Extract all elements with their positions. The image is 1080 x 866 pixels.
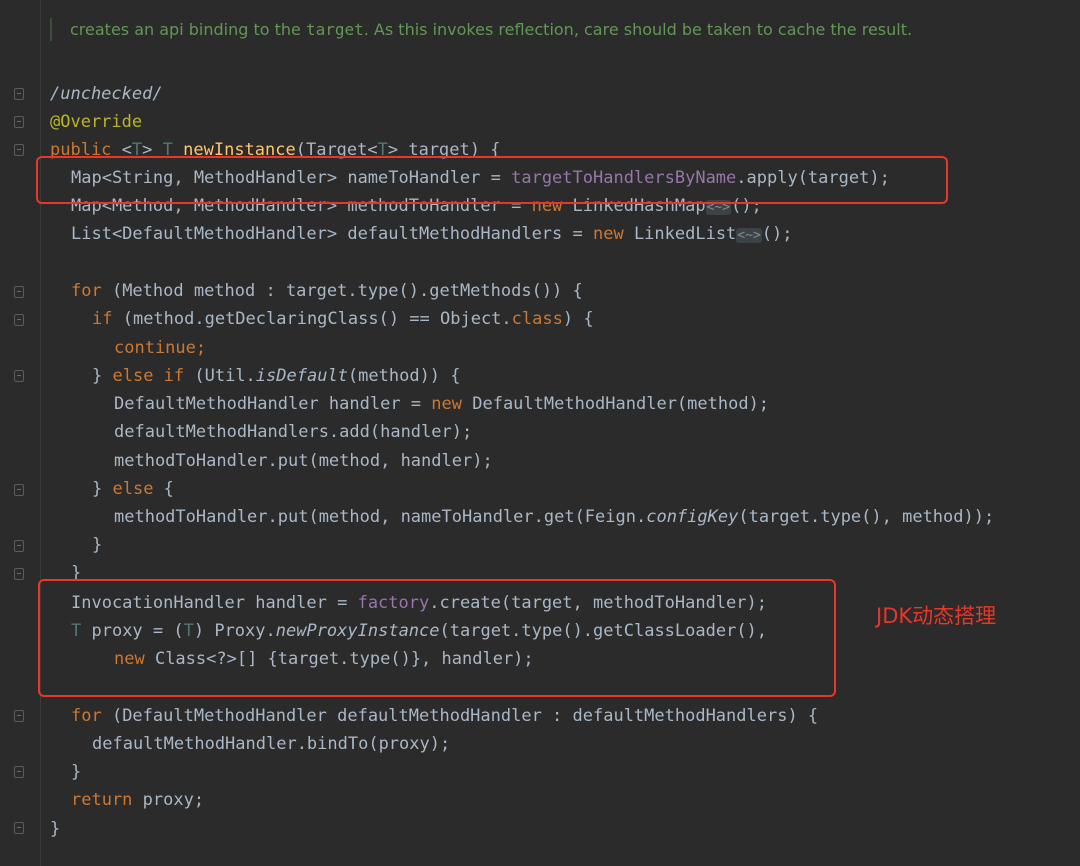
token: LinkedList xyxy=(623,224,737,244)
highlight-box-apply xyxy=(36,156,948,204)
code-line-continue: continue; xyxy=(114,338,207,358)
token: (Method method : target.type().getMethod… xyxy=(101,281,583,301)
method-name: isDefault xyxy=(255,366,348,386)
token: (Util. xyxy=(184,366,256,386)
token: List<DefaultMethodHandler> defaultMethod… xyxy=(71,224,593,244)
code-line-else: } else { xyxy=(92,475,174,503)
fold-marker-icon[interactable] xyxy=(14,286,24,298)
fold-marker-icon[interactable] xyxy=(14,568,24,580)
highlight-box-proxy xyxy=(38,579,836,697)
code-line-elseif: } else if (Util.isDefault(method)) { xyxy=(92,362,461,390)
code-line-for1: for (Method method : target.type().getMe… xyxy=(71,277,583,305)
fold-marker-icon[interactable] xyxy=(14,710,24,722)
token: (); xyxy=(761,224,793,244)
code-line-close: } xyxy=(92,535,103,555)
token: ) { xyxy=(562,309,594,329)
keyword: for xyxy=(71,706,102,726)
code-line-list: List<DefaultMethodHandler> defaultMethod… xyxy=(71,220,793,248)
token: (target.type(), method)); xyxy=(738,507,995,527)
code-line-return: return proxy; xyxy=(71,786,204,814)
fold-marker-icon[interactable] xyxy=(14,370,24,382)
code-line-bind: defaultMethodHandler.bindTo(proxy); xyxy=(92,734,451,754)
doc-text: . As this invokes reflection, care shoul… xyxy=(363,20,913,39)
token: DefaultMethodHandler(method); xyxy=(462,394,770,414)
code-line-put2: methodToHandler.put(method, nameToHandle… xyxy=(114,503,994,531)
code-line-override: @Override xyxy=(50,112,143,132)
code-line-put1: methodToHandler.put(method, handler); xyxy=(114,451,493,471)
code-line-for2: for (DefaultMethodHandler defaultMethodH… xyxy=(71,702,818,730)
fold-marker-icon[interactable] xyxy=(14,540,24,552)
fold-marker-icon[interactable] xyxy=(14,88,24,100)
keyword: return xyxy=(71,790,133,810)
keyword: else xyxy=(112,479,154,499)
gutter-divider xyxy=(40,0,41,866)
code-line-unchecked: /unchecked/ xyxy=(50,84,163,104)
editor-gutter xyxy=(0,0,40,866)
token: (DefaultMethodHandler defaultMethodHandl… xyxy=(101,706,819,726)
token: } xyxy=(92,479,113,499)
fold-marker-icon[interactable] xyxy=(14,822,24,834)
keyword: else if xyxy=(112,366,185,386)
token: (method)) { xyxy=(347,366,461,386)
code-line-dmh: DefaultMethodHandler handler = new Defau… xyxy=(114,390,769,418)
code-line-if: if (method.getDeclaringClass() == Object… xyxy=(92,305,594,333)
token: DefaultMethodHandler handler = xyxy=(114,394,432,414)
code-line-close: } xyxy=(71,762,82,782)
fold-marker-icon[interactable] xyxy=(14,484,24,496)
code-line-add: defaultMethodHandlers.add(handler); xyxy=(114,422,473,442)
method-name: configKey xyxy=(646,507,739,527)
doc-text: creates an api binding to the xyxy=(70,20,306,39)
code-editor[interactable]: creates an api binding to the target. As… xyxy=(0,0,1080,866)
token: (method.getDeclaringClass() == Object. xyxy=(112,309,512,329)
keyword: new xyxy=(592,224,624,244)
keyword: for xyxy=(71,281,102,301)
folded-generic[interactable]: <~> xyxy=(736,228,762,243)
token: methodToHandler.put(method, nameToHandle… xyxy=(114,507,647,527)
doc-code-word: target xyxy=(305,20,364,39)
rendered-doc-comment: creates an api binding to the target. As… xyxy=(50,18,950,41)
fold-marker-icon[interactable] xyxy=(14,116,24,128)
token: { xyxy=(153,479,174,499)
token: } xyxy=(92,366,113,386)
code-line-close: } xyxy=(50,819,61,839)
fold-marker-icon[interactable] xyxy=(14,314,24,326)
keyword: class xyxy=(511,309,563,329)
fold-marker-icon[interactable] xyxy=(14,766,24,778)
keyword: if xyxy=(92,309,113,329)
annotation-label: JDK动态搭理 xyxy=(876,604,997,628)
fold-marker-icon[interactable] xyxy=(14,144,24,156)
keyword: new xyxy=(431,394,462,414)
token: proxy; xyxy=(132,790,205,810)
